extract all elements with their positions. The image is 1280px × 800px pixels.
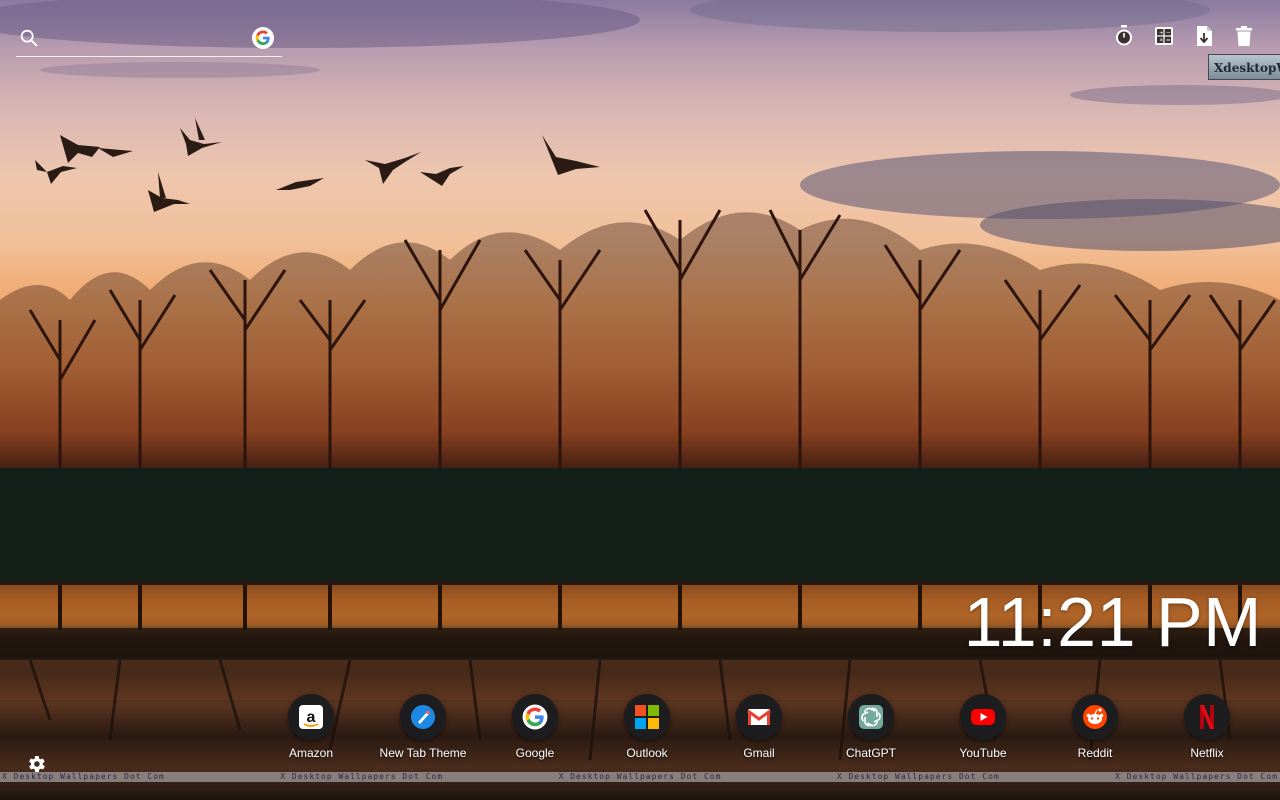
- chatgpt-icon[interactable]: [848, 694, 894, 740]
- netflix-icon[interactable]: [1184, 694, 1230, 740]
- watermark-text: X Desktop Wallpapers Dot Com: [836, 772, 1000, 781]
- shortcut-label: YouTube: [959, 746, 1007, 760]
- watermark-strip: X Desktop Wallpapers Dot Com X Desktop W…: [0, 772, 1280, 782]
- watermark-badge: XdesktopWall: [1208, 54, 1280, 80]
- shortcut-gmail[interactable]: Gmail: [703, 694, 815, 760]
- wallpaper: [0, 0, 1280, 800]
- amazon-icon[interactable]: a: [288, 694, 334, 740]
- google-icon[interactable]: [512, 694, 558, 740]
- shortcut-label: Reddit: [1077, 746, 1113, 760]
- google-search-engine-icon[interactable]: [252, 27, 274, 49]
- svg-text:+: +: [1159, 31, 1164, 37]
- shortcut-label: ChatGPT: [845, 746, 896, 760]
- reddit-icon[interactable]: [1072, 694, 1118, 740]
- watermark-text: X Desktop Wallpapers Dot Com: [2, 772, 165, 781]
- shortcut-chatgpt[interactable]: ChatGPT: [815, 694, 927, 760]
- search-input[interactable]: [48, 28, 252, 48]
- shortcut-outlook[interactable]: Outlook: [591, 694, 703, 760]
- shortcut-youtube[interactable]: YouTube: [927, 694, 1039, 760]
- shortcut-reddit[interactable]: Reddit: [1039, 694, 1151, 760]
- watermark-text: X Desktop Wallpapers Dot Com: [1115, 772, 1278, 781]
- shortcut-netflix[interactable]: Netflix: [1151, 694, 1263, 760]
- svg-text:−: −: [1166, 31, 1171, 37]
- shortcut-amazon[interactable]: a Amazon: [255, 694, 367, 760]
- shortcut-new-tab-theme[interactable]: New Tab Theme: [367, 694, 479, 760]
- watermark-text: X Desktop Wallpapers Dot Com: [558, 772, 722, 781]
- microsoft-icon[interactable]: [624, 694, 670, 740]
- svg-text:×: ×: [1159, 38, 1164, 44]
- search-bar[interactable]: [16, 20, 282, 57]
- watermark-text: X Desktop Wallpapers Dot Com: [280, 772, 444, 781]
- gmail-icon[interactable]: [736, 694, 782, 740]
- shortcuts-dock: a Amazon New Tab Theme Google Outlook Gm…: [255, 694, 1265, 774]
- clock: 11:21 PM: [963, 583, 1262, 661]
- shortcut-google[interactable]: Google: [479, 694, 591, 760]
- search-icon[interactable]: [18, 27, 40, 49]
- shortcut-label: Netflix: [1190, 746, 1224, 760]
- timer-icon[interactable]: [1114, 24, 1134, 48]
- file-download-icon[interactable]: [1194, 24, 1214, 48]
- youtube-icon[interactable]: [960, 694, 1006, 740]
- calculator-icon[interactable]: + − × =: [1154, 24, 1174, 48]
- shortcut-label: Amazon: [288, 746, 334, 760]
- shortcut-label: New Tab Theme: [379, 746, 467, 760]
- toolbar: + − × =: [1114, 24, 1254, 48]
- shortcut-label: Outlook: [626, 746, 668, 760]
- svg-text:=: =: [1166, 38, 1171, 44]
- svg-text:a: a: [307, 709, 316, 726]
- shortcut-label: Gmail: [743, 746, 775, 760]
- trash-icon[interactable]: [1234, 24, 1254, 48]
- new-tab-theme-icon[interactable]: [400, 694, 446, 740]
- shortcut-label: Google: [515, 746, 555, 760]
